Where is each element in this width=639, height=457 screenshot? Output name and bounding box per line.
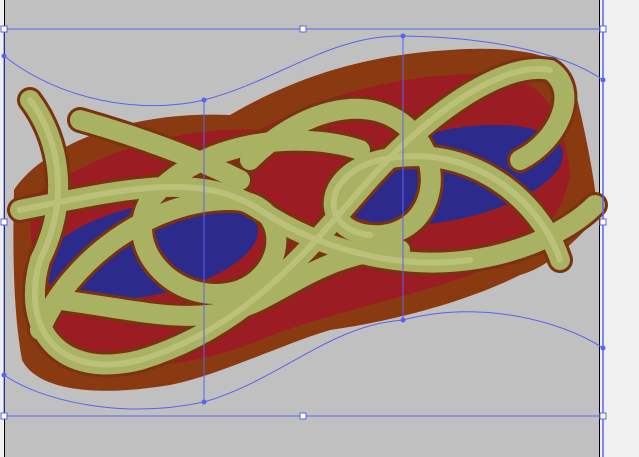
- handle-icon[interactable]: [599, 412, 607, 420]
- handle-icon[interactable]: [599, 218, 607, 226]
- design-canvas[interactable]: [0, 0, 639, 457]
- handle-icon[interactable]: [299, 25, 307, 33]
- node-icon[interactable]: [201, 97, 207, 103]
- handle-icon[interactable]: [299, 412, 307, 420]
- node-icon[interactable]: [400, 33, 406, 39]
- node-icon[interactable]: [600, 345, 606, 351]
- handle-icon[interactable]: [0, 218, 8, 226]
- node-icon[interactable]: [1, 53, 7, 59]
- handle-icon[interactable]: [0, 412, 8, 420]
- handle-icon[interactable]: [599, 25, 607, 33]
- node-icon[interactable]: [1, 372, 7, 378]
- handle-icon[interactable]: [0, 25, 8, 33]
- node-icon[interactable]: [600, 77, 606, 83]
- node-icon[interactable]: [400, 317, 406, 323]
- node-icon[interactable]: [201, 399, 207, 405]
